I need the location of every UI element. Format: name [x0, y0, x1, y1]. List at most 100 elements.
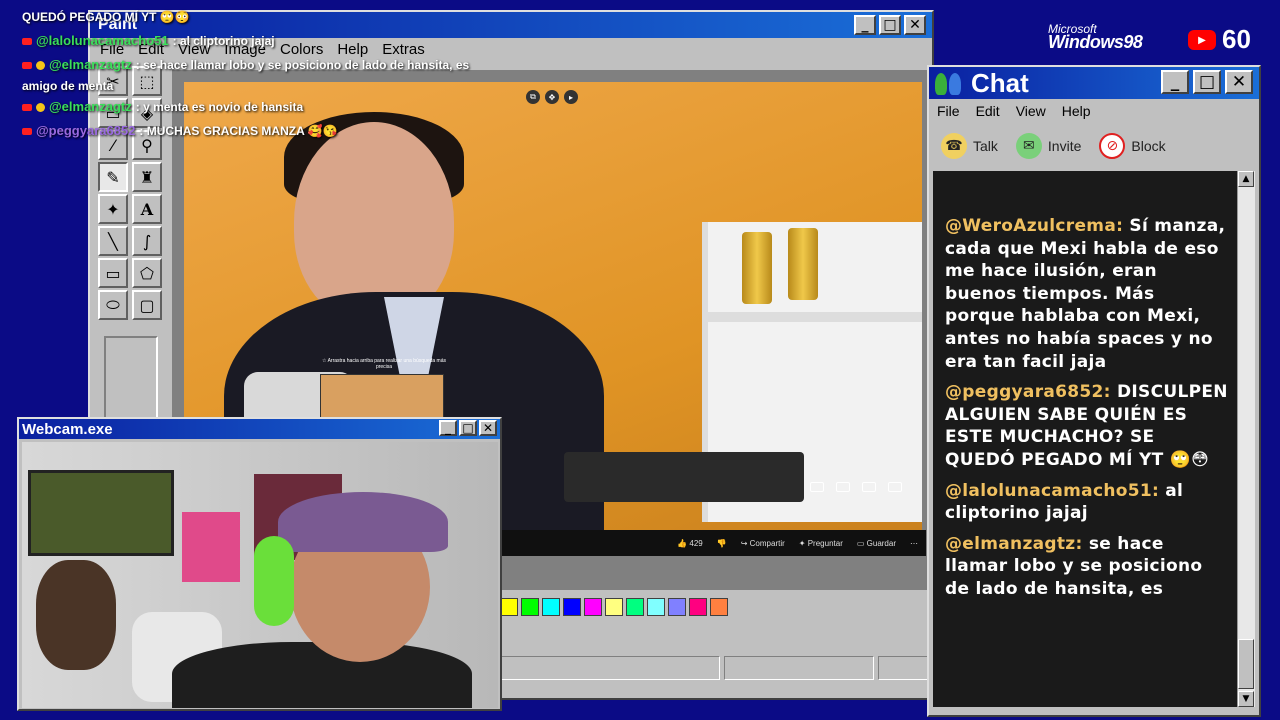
line-icon[interactable]: ╲ — [98, 226, 128, 256]
overlay-username: @elmanzagtz — [49, 57, 132, 72]
youtube-icon: ▶ — [1188, 30, 1216, 50]
poster — [182, 512, 240, 582]
share-button[interactable]: ↪ Compartir — [741, 539, 785, 548]
overlay-chat-line: QUEDÓ PEGADO MÍ YT 🙄😳 — [22, 5, 542, 29]
color-swatch[interactable] — [605, 598, 623, 616]
streamer-cap — [278, 492, 448, 552]
overlay-chat-line: @elmanzagtz: y menta es novio de hansita — [22, 95, 542, 119]
ask-button[interactable]: ✦ Preguntar — [799, 539, 843, 548]
minimize-button[interactable]: _ — [439, 420, 457, 436]
color-palette — [500, 598, 728, 616]
chat-text: Sí manza, cada que Mexi habla de eso me … — [945, 216, 1226, 372]
talk-button[interactable]: ☎ Talk — [941, 133, 998, 159]
can — [742, 232, 772, 304]
brush-icon[interactable]: ♜ — [132, 162, 162, 192]
minimize-button[interactable]: _ — [1161, 70, 1189, 94]
msn-icon — [935, 71, 965, 95]
menu-edit[interactable]: Edit — [976, 103, 1000, 119]
save-button[interactable]: ▭ Guardar — [857, 539, 896, 548]
shelf-plank — [702, 312, 922, 322]
overlay-username: @lalolunacamacho51 — [36, 33, 169, 48]
maximize-button[interactable]: □ — [1193, 70, 1221, 94]
captions-icon[interactable] — [810, 482, 824, 492]
polygon-icon[interactable]: ⬠ — [132, 258, 162, 288]
viewer-count: 60 — [1222, 24, 1251, 54]
chat-window: Chat _ □ ✕ File Edit View Help ☎ Talk ✉ … — [927, 65, 1261, 717]
color-swatch[interactable] — [710, 598, 728, 616]
youtube-icon — [22, 37, 32, 45]
menu-file[interactable]: File — [937, 103, 960, 119]
overlay-chat-line: @lalolunacamacho51: al cliptorino jajaj — [22, 29, 542, 53]
color-swatch[interactable] — [668, 598, 686, 616]
color-swatch[interactable] — [689, 598, 707, 616]
close-button[interactable]: ✕ — [479, 420, 497, 436]
color-swatch[interactable] — [647, 598, 665, 616]
ellipse-icon[interactable]: ⬭ — [98, 290, 128, 320]
webcam-titlebar[interactable]: Webcam.exe _ □ ✕ — [19, 419, 500, 439]
video-action-bar: 👍 429 👎 ↪ Compartir ✦ Preguntar ▭ Guarda… — [502, 530, 926, 556]
talk-icon: ☎ — [941, 133, 967, 159]
close-button[interactable]: ✕ — [1225, 70, 1253, 94]
cast-icon[interactable]: ✥ — [545, 90, 559, 104]
chat-message: @lalolunacamacho51: al cliptorino jajaj — [945, 480, 1229, 525]
overlay-text: : y menta es novio de hansita — [135, 100, 304, 114]
minimize-button[interactable]: _ — [854, 15, 876, 35]
airbrush-icon[interactable]: ✦ — [98, 194, 128, 224]
youtube-icon — [22, 103, 32, 111]
maximize-button[interactable]: □ — [459, 420, 477, 436]
plush-bear — [36, 560, 116, 670]
chat-log[interactable]: @WeroAzulcrema: Sí manza, cada que Mexi … — [933, 171, 1239, 707]
menu-view[interactable]: View — [1016, 103, 1046, 119]
chat-titlebar[interactable]: Chat _ □ ✕ — [929, 67, 1259, 99]
menu-help[interactable]: Help — [1062, 103, 1091, 119]
brand-windows: Windows98 — [1048, 32, 1143, 52]
status-cell — [500, 656, 720, 680]
chat-scrollbar[interactable]: ▲ ▼ — [1237, 171, 1255, 707]
video-hint: ☆ Arrastra hacia arriba para realizar un… — [322, 358, 446, 370]
chat-username: @elmanzagtz: — [945, 533, 1083, 554]
overlay-text: amigo de menta — [22, 79, 114, 93]
can — [788, 228, 818, 300]
text-icon[interactable]: A — [132, 194, 162, 224]
scroll-up-icon[interactable]: ▲ — [1238, 171, 1254, 187]
scroll-down-icon[interactable]: ▼ — [1238, 691, 1254, 707]
webcam-feed — [22, 442, 498, 708]
like-button[interactable]: 👍 429 — [677, 539, 703, 548]
fullscreen-icon[interactable] — [888, 482, 902, 492]
chat-toolbar: ☎ Talk ✉ Invite ⊘ Block — [929, 123, 1259, 169]
skip-icon[interactable]: ▸ — [564, 90, 578, 104]
invite-button[interactable]: ✉ Invite — [1015, 133, 1081, 159]
member-badge-icon — [36, 102, 45, 112]
poster — [28, 470, 174, 556]
rectangle-icon[interactable]: ▭ — [98, 258, 128, 288]
color-swatch[interactable] — [563, 598, 581, 616]
color-swatch[interactable] — [521, 598, 539, 616]
webcam-title: Webcam.exe — [22, 420, 113, 438]
color-swatch[interactable] — [500, 598, 518, 616]
status-cell — [724, 656, 874, 680]
color-swatch[interactable] — [584, 598, 602, 616]
color-swatch[interactable] — [542, 598, 560, 616]
more-icon[interactable]: ⋯ — [910, 539, 918, 548]
status-cell — [878, 656, 928, 680]
desktop: Paint _ □ ✕ File Edit View Image Colors … — [0, 0, 1280, 720]
dislike-icon[interactable]: 👎 — [717, 539, 727, 548]
overlay-username: @elmanzagtz — [49, 99, 132, 114]
chat-title: Chat — [971, 67, 1029, 98]
curve-icon[interactable]: ∫ — [132, 226, 162, 256]
chat-message: @elmanzagtz: se hace llamar lobo y se po… — [945, 533, 1229, 601]
invite-icon: ✉ — [1015, 133, 1042, 159]
block-button[interactable]: ⊘ Block — [1099, 133, 1166, 159]
webcam-window: Webcam.exe _ □ ✕ — [17, 417, 502, 711]
chat-message: @peggyara6852: DISCULPEN ALGUIEN SABE QU… — [945, 381, 1229, 471]
rounded-rect-icon[interactable]: ▢ — [132, 290, 162, 320]
paint-statusbar — [500, 656, 930, 682]
scroll-thumb[interactable] — [1238, 639, 1254, 689]
miniplayer-icon[interactable] — [862, 482, 876, 492]
color-swatch[interactable] — [626, 598, 644, 616]
overlay-text: : se hace llamar lobo y se posiciono de … — [135, 58, 470, 72]
pencil-icon[interactable]: ✎ — [98, 162, 128, 192]
close-button[interactable]: ✕ — [904, 15, 926, 35]
maximize-button[interactable]: □ — [879, 15, 901, 35]
settings-icon[interactable] — [836, 482, 850, 492]
